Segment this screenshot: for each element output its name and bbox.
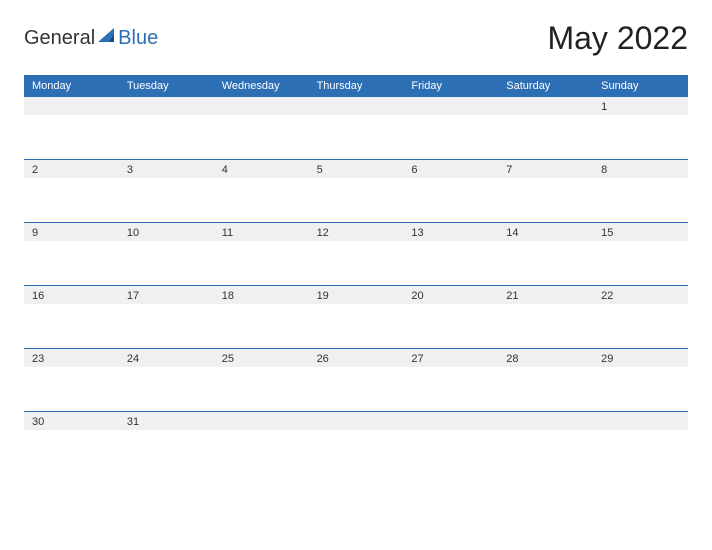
day-cell: 15 [593,223,688,241]
day-cell: 8 [593,160,688,178]
brand-logo: General Blue [24,27,158,50]
week-row: 1 [24,97,688,159]
triangle-icon [98,28,116,49]
day-cell: 6 [403,160,498,178]
day-cell: 7 [498,160,593,178]
day-header: Saturday [498,75,593,97]
day-cell: 9 [24,223,119,241]
brand-text-blue: Blue [118,27,158,50]
day-cell [24,97,119,115]
day-cell: 25 [214,349,309,367]
week-row: 23 24 25 26 27 28 29 [24,348,688,411]
day-cell: 13 [403,223,498,241]
day-headers-row: Monday Tuesday Wednesday Thursday Friday… [24,75,688,97]
day-cell: 29 [593,349,688,367]
day-cell: 20 [403,286,498,304]
day-cell: 23 [24,349,119,367]
day-cell: 31 [119,412,214,430]
day-header: Friday [403,75,498,97]
day-cell [309,412,404,430]
day-header: Tuesday [119,75,214,97]
day-header: Wednesday [214,75,309,97]
day-cell: 30 [24,412,119,430]
day-cell: 4 [214,160,309,178]
day-header: Monday [24,75,119,97]
day-cell [214,97,309,115]
day-cell [214,412,309,430]
day-cell: 2 [24,160,119,178]
brand-text-general: General [24,27,95,50]
header: General Blue May 2022 [24,20,688,57]
day-cell: 28 [498,349,593,367]
weeks-container: 1 2 3 4 5 6 7 8 9 10 11 12 13 14 [24,97,688,474]
day-cell: 5 [309,160,404,178]
day-cell: 16 [24,286,119,304]
week-row: 30 31 [24,411,688,474]
day-cell [498,412,593,430]
day-cell: 24 [119,349,214,367]
day-cell: 12 [309,223,404,241]
day-header: Thursday [309,75,404,97]
week-row: 9 10 11 12 13 14 15 [24,222,688,285]
day-cell: 14 [498,223,593,241]
day-cell: 21 [498,286,593,304]
day-cell: 1 [593,97,688,115]
day-cell [403,97,498,115]
day-cell [309,97,404,115]
day-cell: 11 [214,223,309,241]
day-cell: 19 [309,286,404,304]
day-cell [119,97,214,115]
week-row: 2 3 4 5 6 7 8 [24,159,688,222]
day-cell: 26 [309,349,404,367]
day-cell [593,412,688,430]
day-cell: 27 [403,349,498,367]
day-cell: 17 [119,286,214,304]
day-cell: 22 [593,286,688,304]
day-cell: 3 [119,160,214,178]
day-cell: 18 [214,286,309,304]
day-cell [498,97,593,115]
calendar-title: May 2022 [547,20,688,57]
day-cell [403,412,498,430]
calendar-grid: Monday Tuesday Wednesday Thursday Friday… [24,75,688,474]
week-row: 16 17 18 19 20 21 22 [24,285,688,348]
day-cell: 10 [119,223,214,241]
day-header: Sunday [593,75,688,97]
